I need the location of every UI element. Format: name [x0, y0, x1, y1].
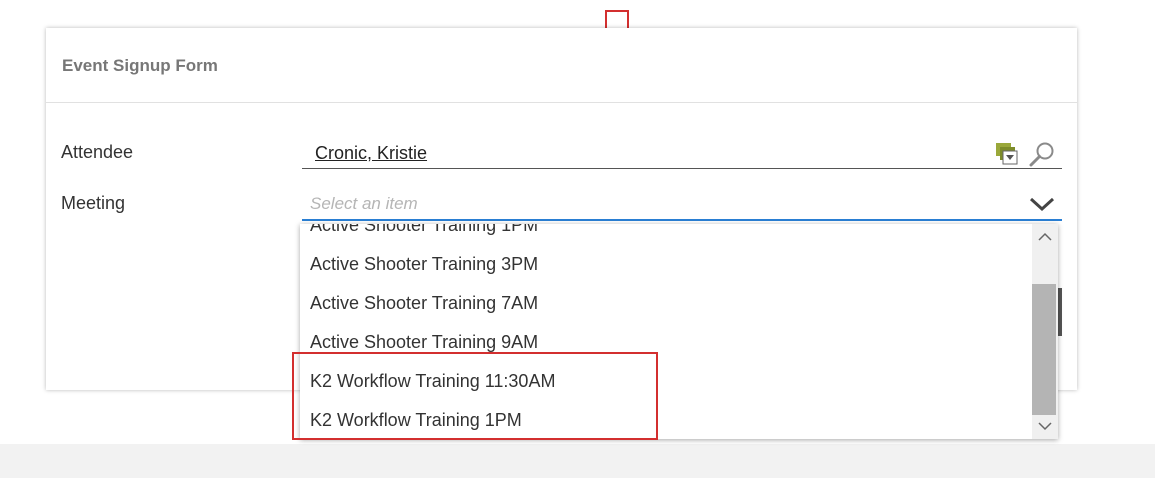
- scrollbar-thumb[interactable]: [1032, 284, 1056, 415]
- meeting-label: Meeting: [61, 193, 126, 213]
- meeting-dropdown[interactable]: Select an item: [302, 190, 1062, 221]
- form-scroll-indicator: [1058, 288, 1062, 336]
- attendee-field[interactable]: Cronic, Kristie: [302, 140, 1062, 169]
- form-title: Event Signup Form: [62, 56, 218, 75]
- chevron-up-icon[interactable]: [1037, 230, 1053, 244]
- annotation-highlight: [292, 352, 658, 440]
- list-item[interactable]: Active Shooter Training 9AM: [310, 332, 538, 353]
- list-item[interactable]: Active Shooter Training 1PM: [310, 224, 538, 236]
- list-item[interactable]: Active Shooter Training 3PM: [310, 254, 538, 275]
- attendee-label: Attendee: [61, 142, 134, 162]
- list-item[interactable]: Active Shooter Training 7AM: [310, 293, 538, 314]
- page-footer-band: [0, 444, 1155, 478]
- dropdown-scrollbar[interactable]: [1032, 224, 1058, 439]
- search-icon[interactable]: [1028, 141, 1056, 167]
- meeting-placeholder: Select an item: [310, 194, 418, 213]
- attendee-value[interactable]: Cronic, Kristie: [315, 143, 427, 164]
- people-picker-icon[interactable]: [995, 142, 1019, 166]
- form-header: Event Signup Form: [46, 28, 1077, 103]
- chevron-down-icon[interactable]: [1028, 192, 1056, 216]
- chevron-down-icon[interactable]: [1037, 419, 1053, 433]
